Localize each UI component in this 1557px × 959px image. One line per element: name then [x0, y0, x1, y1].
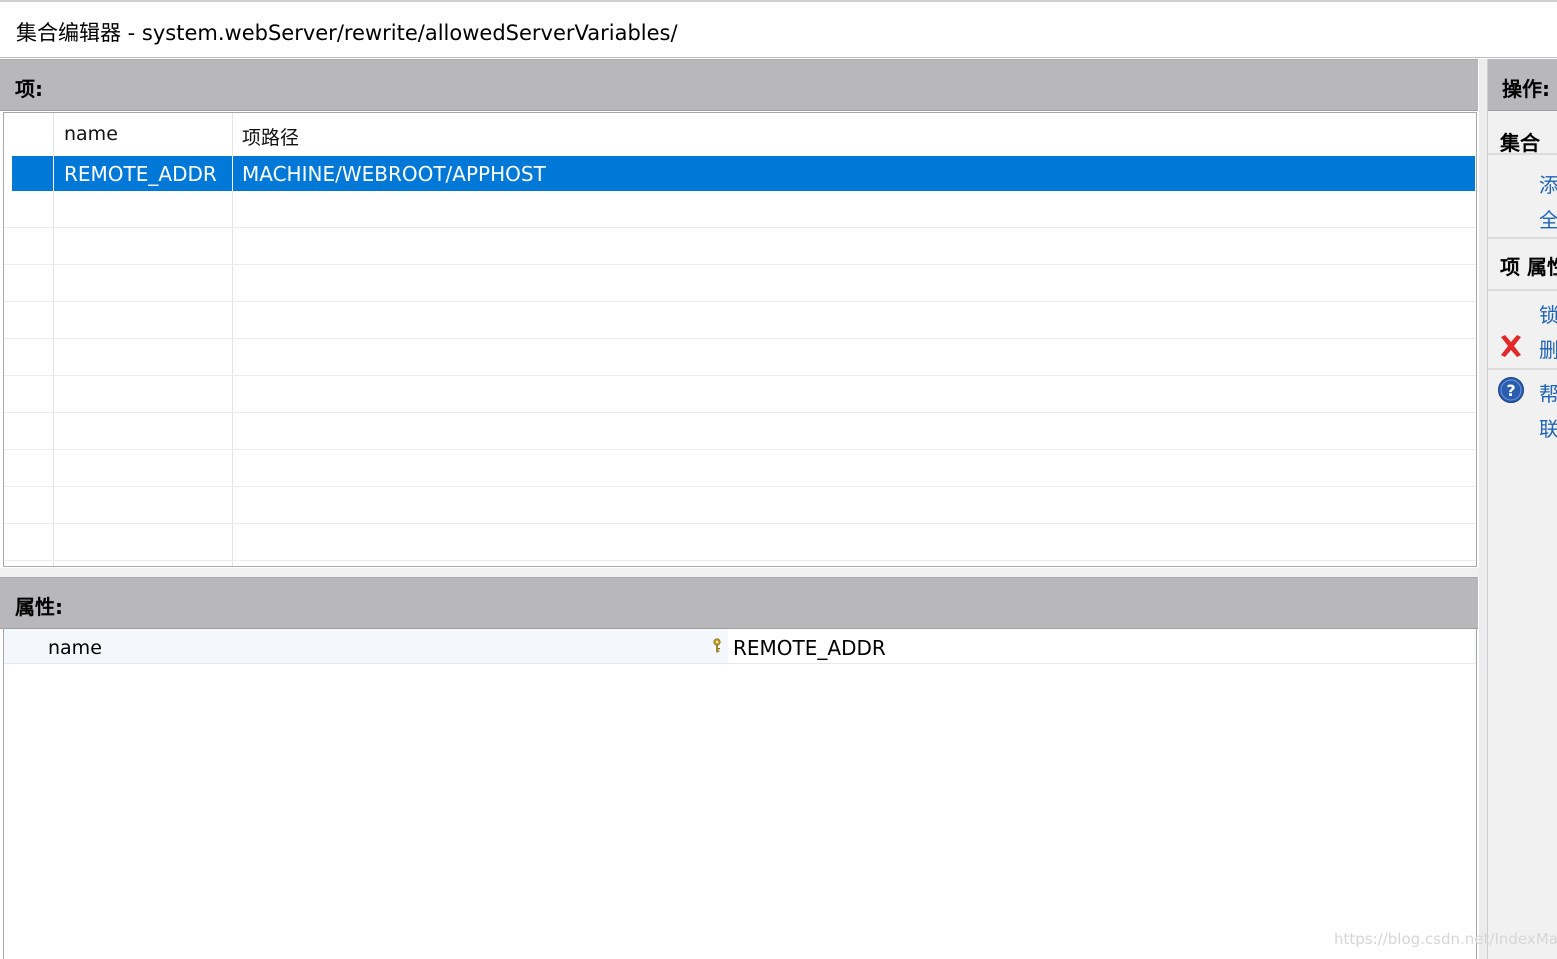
action-group-collection: 集合: [1500, 131, 1540, 155]
property-row[interactable]: name REMOTE_ADDR: [4, 629, 1476, 664]
empty-row: [4, 413, 1476, 450]
empty-row: [4, 228, 1476, 265]
row-cell-separator: [232, 156, 233, 191]
actions-title: 操作:: [1502, 77, 1550, 101]
title-bar: 集合编辑器 - system.webServer/rewrite/allowed…: [0, 0, 1557, 58]
watermark: https://blog.csdn.net/IndexMan: [1334, 930, 1557, 948]
key-icon: [713, 638, 721, 653]
items-section-title: 项:: [15, 77, 43, 101]
action-delete-link[interactable]: 删: [1539, 334, 1557, 363]
column-header-path[interactable]: 项路径: [242, 123, 299, 150]
title-divider: [0, 57, 1557, 58]
table-row[interactable]: REMOTE_ADDR MACHINE/WEBROOT/APPHOST: [12, 156, 1475, 191]
properties-section-title: 属性:: [15, 595, 63, 619]
grid-header: name 项路径: [4, 113, 1476, 156]
svg-text:?: ?: [1506, 381, 1515, 400]
close-icon[interactable]: [1497, 332, 1525, 360]
property-value-field[interactable]: REMOTE_ADDR: [728, 629, 1474, 663]
empty-row: [4, 339, 1476, 376]
pane-gap: [1479, 59, 1487, 959]
property-name: name: [48, 637, 102, 659]
action-clear-link[interactable]: 全: [1539, 204, 1557, 233]
items-section-header: 项:: [0, 59, 1478, 111]
column-header-name[interactable]: name: [64, 123, 118, 145]
action-lock-link[interactable]: 锁: [1539, 299, 1557, 328]
empty-row: [4, 302, 1476, 339]
pane-splitter[interactable]: [0, 568, 1479, 577]
action-help-link[interactable]: 帮: [1539, 378, 1557, 407]
action-group-divider: [1488, 368, 1557, 370]
action-online-help-link[interactable]: 联: [1539, 413, 1557, 442]
action-group-divider: [1488, 237, 1557, 239]
empty-row: [4, 487, 1476, 524]
empty-row: [4, 450, 1476, 487]
window-title: 集合编辑器 - system.webServer/rewrite/allowed…: [16, 21, 678, 45]
empty-row: [4, 524, 1476, 561]
empty-row: [4, 376, 1476, 413]
empty-row: [4, 191, 1476, 228]
property-value[interactable]: REMOTE_ADDR: [733, 636, 886, 660]
help-icon[interactable]: ?: [1497, 376, 1525, 404]
actions-pane: 操作: 集合 添 全 项 属性 锁 删 ? 帮 联: [1487, 59, 1557, 959]
properties-grid[interactable]: name REMOTE_ADDR: [3, 629, 1477, 959]
action-group-divider: [1488, 289, 1557, 291]
actions-header: 操作:: [1488, 59, 1557, 111]
empty-row: [4, 265, 1476, 302]
properties-section-header: 属性:: [0, 577, 1478, 629]
row-path-cell[interactable]: MACHINE/WEBROOT/APPHOST: [242, 162, 546, 186]
action-add-link[interactable]: 添: [1539, 169, 1557, 198]
action-group-divider: [1488, 153, 1557, 155]
row-cell-separator: [53, 156, 54, 191]
row-name-cell[interactable]: REMOTE_ADDR: [64, 162, 217, 186]
items-grid[interactable]: name 项路径 REMOTE_ADDR MACHINE/WEBROOT/APP…: [3, 112, 1477, 567]
action-group-item-properties: 项 属性: [1500, 255, 1557, 279]
